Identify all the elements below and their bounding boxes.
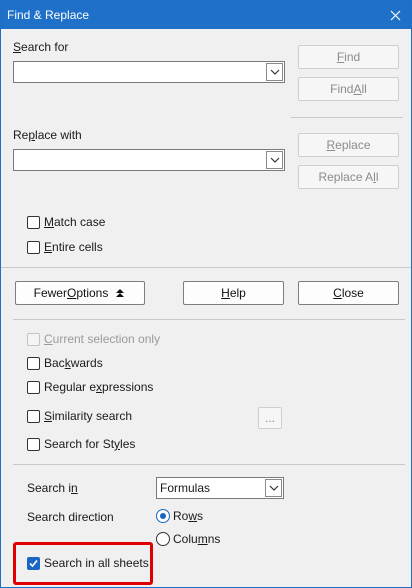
entire-cells-checkbox[interactable] <box>27 241 40 254</box>
search-for-styles-label: Search for Styles <box>44 437 136 451</box>
divider <box>13 464 405 465</box>
search-all-sheets-label: Search in all sheets <box>44 556 149 570</box>
replace-with-combo[interactable] <box>13 149 285 171</box>
chevron-down-icon[interactable] <box>265 479 282 497</box>
search-in-label: Search in <box>27 481 78 495</box>
title-bar: Find & Replace <box>1 1 411 29</box>
chevron-up-double-icon <box>116 289 125 297</box>
rows-radio[interactable] <box>156 509 170 523</box>
current-selection-label: Current selection only <box>44 332 161 346</box>
find-button[interactable]: Find <box>298 45 399 69</box>
search-all-sheets-checkbox[interactable] <box>27 557 40 570</box>
search-in-value: Formulas <box>160 481 211 495</box>
chevron-down-icon[interactable] <box>266 151 283 169</box>
divider <box>13 319 405 320</box>
search-in-select[interactable]: Formulas <box>156 477 284 499</box>
replace-all-button[interactable]: Replace All <box>298 165 399 189</box>
columns-label: Columns <box>173 532 221 546</box>
help-button[interactable]: Help <box>183 281 284 305</box>
find-replace-dialog: Find & Replace Search for Find Find All … <box>0 0 412 588</box>
checkmark-icon <box>29 559 38 568</box>
backwards-checkbox[interactable] <box>27 357 40 370</box>
rows-label: Rows <box>173 509 204 523</box>
backwards-label: Backwards <box>44 356 103 370</box>
search-for-combo[interactable] <box>13 61 285 83</box>
regular-expressions-checkbox[interactable] <box>27 381 40 394</box>
chevron-down-icon[interactable] <box>266 63 283 81</box>
similarity-search-checkbox[interactable] <box>27 410 40 423</box>
search-for-label: Search for <box>13 40 69 54</box>
dialog-title: Find & Replace <box>7 8 90 22</box>
find-all-button[interactable]: Find All <box>298 77 399 101</box>
search-direction-label: Search direction <box>27 510 114 524</box>
current-selection-checkbox[interactable] <box>27 333 40 346</box>
entire-cells-label: Entire cells <box>44 240 103 254</box>
columns-radio[interactable] <box>156 532 170 546</box>
replace-button[interactable]: Replace <box>298 133 399 157</box>
replace-with-label: Replace with <box>13 128 82 142</box>
regular-expressions-label: Regular expressions <box>44 380 154 394</box>
close-button[interactable]: Close <box>298 281 399 305</box>
divider <box>1 267 411 268</box>
match-case-checkbox[interactable] <box>27 216 40 229</box>
close-icon[interactable] <box>379 1 411 29</box>
search-for-styles-checkbox[interactable] <box>27 438 40 451</box>
divider <box>291 117 403 118</box>
similarity-search-label: Similarity search <box>44 409 133 423</box>
match-case-label: Match case <box>44 215 106 229</box>
fewer-options-button[interactable]: Fewer Options <box>15 281 145 305</box>
similarity-options-button[interactable]: ... <box>258 407 282 429</box>
